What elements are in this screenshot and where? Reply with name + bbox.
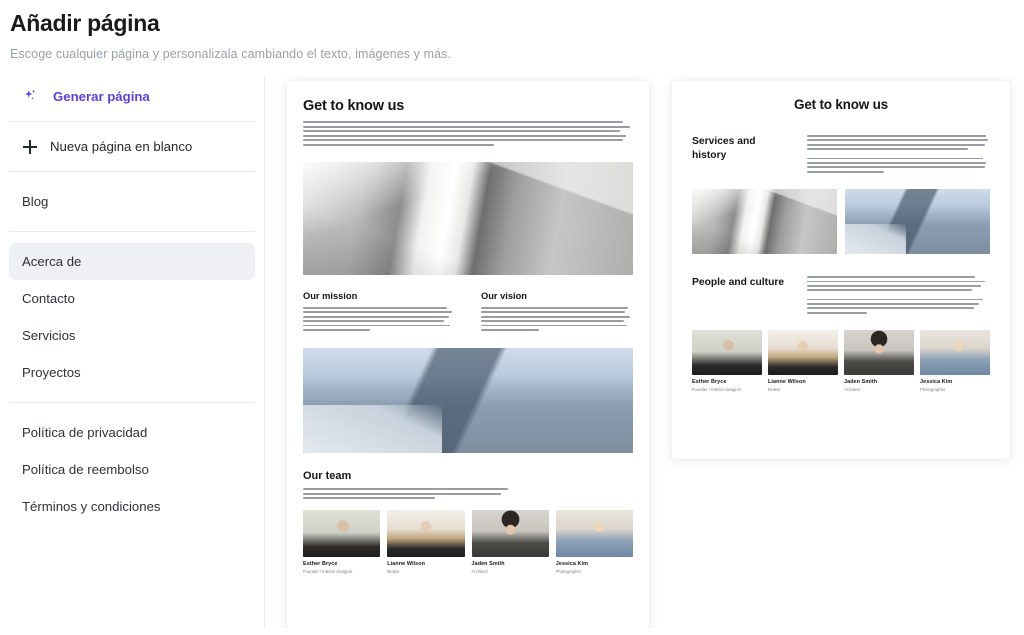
- team-member-name: Jessica Kim: [555, 560, 589, 567]
- new-blank-page-button[interactable]: Nueva página en blanco: [9, 128, 255, 165]
- sidebar-item-politica-de-reembolso[interactable]: Política de reembolso: [9, 451, 255, 488]
- sidebar-item-label: Servicios: [22, 328, 76, 343]
- vision-body: We want to live in a world where people …: [481, 306, 633, 331]
- team-member-role: Broker: [768, 387, 781, 393]
- page-list-sidebar: Generar página Nueva página en blanco Bl…: [0, 76, 265, 628]
- team-member-name: Jaden Smith: [844, 379, 878, 386]
- mission-body: We're on a mission to change the way the…: [303, 306, 455, 331]
- team-member: Esther Bryce Founder / Interior designer: [303, 509, 381, 574]
- preview-one-team-grid: Esther Bryce Founder / Interior designer…: [303, 509, 633, 574]
- culture-body: Our people are what make us unique. Rath…: [807, 276, 990, 316]
- avatar: [471, 509, 549, 557]
- sidebar-item-politica-de-privacidad[interactable]: Política de privacidad: [9, 414, 255, 451]
- page-template-previews: Get to know us We started as a small int…: [265, 76, 1024, 628]
- preview-one-team-title: Our team: [303, 470, 352, 483]
- team-member-role: Founder / Interior designer: [692, 387, 742, 393]
- team-member-name: Esther Bryce: [692, 379, 727, 386]
- preview-two-services-section: Services and history We started as a sta…: [692, 135, 990, 175]
- sidebar-item-contacto[interactable]: Contacto: [9, 280, 255, 317]
- sidebar-divider: [9, 171, 255, 172]
- sidebar-item-label: Proyectos: [22, 365, 81, 380]
- avatar: [303, 509, 381, 557]
- sidebar-item-label: Acerca de: [22, 254, 82, 269]
- page-template-card-two[interactable]: Get to know us Services and history We s…: [672, 81, 1010, 459]
- sparkle-icon: [22, 88, 39, 105]
- avatar: [844, 330, 914, 376]
- preview-one-team-body: Our strength lies in our individuality. …: [303, 488, 633, 499]
- sidebar-divider: [9, 402, 255, 403]
- team-member-role: Photographer: [555, 568, 582, 574]
- sidebar-item-proyectos[interactable]: Proyectos: [9, 354, 255, 391]
- services-title: Services and history: [692, 136, 756, 161]
- sidebar-item-label: Contacto: [22, 291, 75, 306]
- new-blank-page-label: Nueva página en blanco: [50, 139, 193, 154]
- team-member-name: Esther Bryce: [303, 560, 338, 567]
- grayscale-architecture-photo: [303, 161, 633, 275]
- sidebar-item-blog[interactable]: Blog: [9, 183, 255, 220]
- sidebar-group-main: Acerca de Contacto Servicios Proyectos: [9, 238, 255, 396]
- sidebar-item-acerca-de[interactable]: Acerca de: [9, 243, 255, 280]
- sidebar-item-label: Política de privacidad: [22, 425, 148, 440]
- services-body: We started as a statement against the sl…: [807, 135, 990, 175]
- grayscale-architecture-photo: [692, 189, 837, 255]
- sidebar-item-servicios[interactable]: Servicios: [9, 317, 255, 354]
- mission-title: Our mission: [303, 290, 358, 301]
- preview-two-team-grid: Esther Bryce Founder / Interior designer…: [692, 330, 990, 392]
- team-member: Jaden Smith Architect: [471, 509, 549, 574]
- preview-one-second-image: [303, 348, 633, 454]
- team-member-name: Lianne Wilson: [387, 560, 426, 567]
- team-member: Jessica Kim Photographer: [555, 509, 633, 574]
- sidebar-item-label: Política de reembolso: [22, 462, 149, 477]
- page-template-card-one[interactable]: Get to know us We started as a small int…: [287, 81, 649, 628]
- generate-page-label: Generar página: [53, 89, 150, 104]
- avatar: [920, 330, 990, 376]
- preview-one-hero-image: [303, 161, 633, 275]
- blue-architecture-photo: [845, 189, 990, 255]
- team-member-name: Lianne Wilson: [768, 379, 806, 386]
- preview-two-image-row: [692, 189, 990, 255]
- sidebar-group-blog: Blog: [9, 178, 255, 225]
- vision-title: Our vision: [481, 290, 527, 301]
- blue-architecture-photo: [303, 348, 633, 454]
- sidebar-divider: [9, 121, 255, 122]
- avatar: [387, 509, 465, 557]
- generate-page-button[interactable]: Generar página: [9, 78, 255, 115]
- team-member: Lianne Wilson Broker: [387, 509, 465, 574]
- team-member-role: Architect: [471, 568, 488, 574]
- team-member: Lianne Wilson Broker: [768, 330, 838, 392]
- team-member-name: Jaden Smith: [471, 560, 505, 567]
- page-subtitle: Escoge cualquier página y personalizala …: [10, 47, 452, 61]
- vision-column: Our vision We want to live in a world wh…: [481, 291, 633, 333]
- team-member: Jessica Kim Photographer: [920, 330, 990, 392]
- body-container: Generar página Nueva página en blanco Bl…: [0, 76, 1024, 628]
- preview-two-culture-section: People and culture Our people are what m…: [692, 276, 990, 316]
- team-member-role: Broker: [387, 568, 400, 574]
- team-member: Esther Bryce Founder / Interior designer: [692, 330, 762, 392]
- avatar: [768, 330, 838, 376]
- preview-one-mission-vision: Our mission We're on a mission to change…: [303, 291, 633, 333]
- culture-title: People and culture: [692, 277, 785, 289]
- sidebar-item-label: Blog: [22, 194, 49, 209]
- preview-two-heading: Get to know us: [794, 97, 888, 112]
- sidebar-item-terminos-y-condiciones[interactable]: Términos y condiciones: [9, 488, 255, 525]
- team-member-role: Photographer: [920, 387, 946, 393]
- mission-column: Our mission We're on a mission to change…: [303, 291, 455, 333]
- team-member: Jaden Smith Architect: [844, 330, 914, 392]
- avatar: [555, 509, 633, 557]
- sidebar-item-label: Términos y condiciones: [22, 499, 161, 514]
- page-title: Añadir página: [10, 10, 160, 36]
- preview-one-intro-paragraph: We started as a small interior design fi…: [303, 121, 633, 146]
- team-member-role: Founder / Interior designer: [303, 568, 353, 574]
- page-header: Añadir página Escoge cualquier página y …: [0, 0, 1024, 63]
- sidebar-divider: [9, 231, 255, 232]
- team-member-name: Jessica Kim: [920, 379, 953, 386]
- sidebar-group-legal: Política de privacidad Política de reemb…: [9, 409, 255, 530]
- preview-one-heading: Get to know us: [303, 98, 405, 114]
- avatar: [692, 330, 762, 376]
- plus-icon: [22, 139, 38, 155]
- team-member-role: Architect: [844, 387, 861, 393]
